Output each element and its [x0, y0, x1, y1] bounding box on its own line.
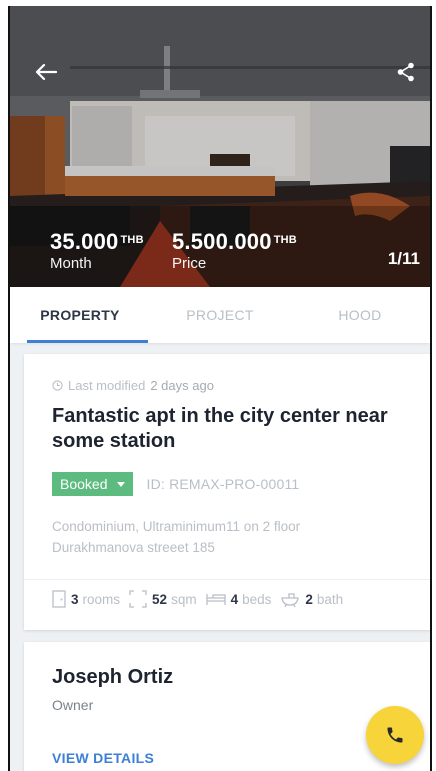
- last-modified-value: 2 days ago: [150, 378, 214, 393]
- tab-property[interactable]: PROPERTY: [10, 287, 150, 343]
- phone-icon: [387, 727, 403, 743]
- feature-area: 52 sqm: [129, 590, 197, 608]
- status-row: Booked ID: REMAX-PRO-00011: [52, 472, 299, 496]
- bed-icon: [205, 591, 226, 607]
- chevron-down-icon: [117, 481, 126, 487]
- photo-counter: 1/11: [387, 249, 420, 268]
- door-icon: [52, 590, 66, 608]
- back-button[interactable]: [30, 58, 62, 86]
- property-features: 3 rooms 52 sqm 4 beds 2 bath: [52, 590, 352, 608]
- owner-name: Joseph Ortiz: [52, 666, 174, 688]
- address-line-1: Condominium, Ultraminimum11 on 2 floor: [52, 519, 301, 534]
- property-address: Condominium, Ultraminimum11 on 2 floor D…: [52, 516, 412, 558]
- rooms-value: 3: [71, 591, 79, 607]
- sale-price-value: 5.500.000: [172, 229, 272, 254]
- feature-rooms: 3 rooms: [52, 590, 120, 608]
- status-label: Booked: [60, 476, 108, 492]
- sale-currency: THB: [273, 234, 297, 246]
- property-title: Fantastic apt in the city center near so…: [52, 405, 388, 452]
- sale-price: 5.500.000 THB: [172, 230, 297, 254]
- clock-icon: [52, 380, 63, 391]
- tab-hood[interactable]: HOOD: [290, 287, 430, 343]
- sale-price-block: 5.500.000 THB Price: [172, 230, 297, 273]
- call-button[interactable]: [366, 706, 424, 764]
- bath-value: 2: [305, 591, 313, 607]
- arrow-left-icon: [35, 63, 57, 81]
- feature-bath: 2 bath: [280, 590, 343, 608]
- rent-price-block: 35.000 THB Month: [50, 230, 144, 273]
- property-id: ID: REMAX-PRO-00011: [146, 476, 300, 492]
- last-modified-label: Last modified: [68, 378, 146, 393]
- beds-value: 4: [230, 591, 239, 607]
- share-icon: [397, 62, 414, 82]
- divider: [24, 579, 430, 580]
- sale-price-label: Price: [172, 255, 207, 272]
- bath-label: bath: [316, 591, 344, 607]
- app-screen: 35.000 THB Month 5.500.000 THB Price 1/11 …: [8, 6, 432, 771]
- rent-currency: THB: [120, 234, 144, 246]
- view-details-link[interactable]: VIEW DETAILS: [52, 750, 154, 766]
- rooms-label: rooms: [82, 591, 121, 607]
- last-modified: Last modified 2 days ago: [52, 378, 214, 393]
- area-icon: [129, 590, 147, 608]
- owner-role: Owner: [52, 697, 94, 713]
- bathtub-icon: [280, 591, 300, 607]
- rent-price-label: Month: [50, 255, 92, 272]
- feature-beds: 4 beds: [205, 590, 272, 608]
- area-label: sqm: [171, 591, 197, 607]
- rent-price: 35.000 THB: [50, 230, 144, 254]
- address-line-2: Durakhmanova streeet 185: [52, 540, 215, 555]
- rent-price-value: 35.000: [50, 229, 119, 254]
- section-tabs: PROPERTY PROJECT HOOD: [10, 287, 430, 343]
- status-dropdown[interactable]: Booked: [52, 472, 134, 496]
- area-value: 52: [152, 591, 168, 607]
- property-details-card: Last modified 2 days ago Fantastic apt i…: [24, 354, 430, 630]
- share-button[interactable]: [390, 58, 422, 86]
- beds-label: beds: [242, 591, 272, 607]
- property-photo-gallery[interactable]: 35.000 THB Month 5.500.000 THB Price 1/11: [10, 6, 430, 287]
- tab-project[interactable]: PROJECT: [150, 287, 290, 343]
